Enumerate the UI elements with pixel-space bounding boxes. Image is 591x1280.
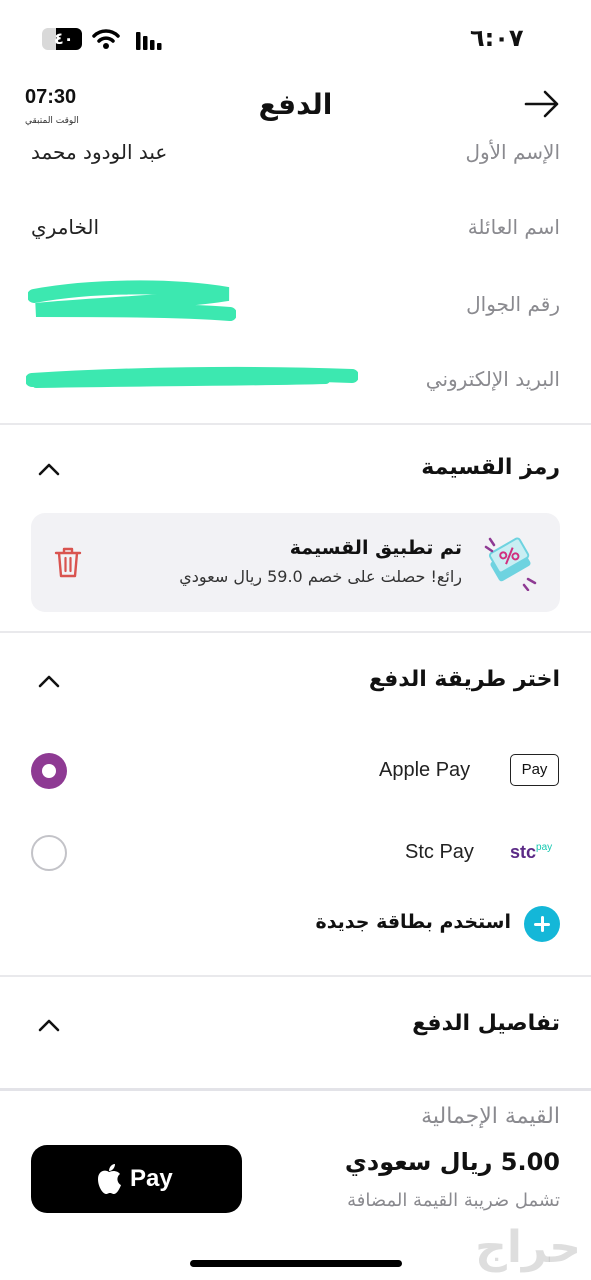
first-name-label: الإسم الأول bbox=[465, 140, 560, 164]
wifi-icon bbox=[92, 29, 120, 49]
payment-method-title: اختر طريقة الدفع bbox=[368, 667, 560, 692]
apple-pay-badge-label: Pay bbox=[521, 761, 548, 778]
chevron-up-icon[interactable] bbox=[37, 1014, 61, 1038]
coupon-ticket-icon bbox=[484, 537, 537, 591]
phone-label: رقم الجوال bbox=[466, 292, 560, 316]
apple-pay-badge: Pay bbox=[510, 754, 559, 786]
radio-apple-pay-selected[interactable] bbox=[31, 753, 67, 789]
last-name-label: اسم العائلة bbox=[467, 215, 560, 239]
first-name-value[interactable]: عبد الودود محمد bbox=[31, 140, 167, 164]
divider bbox=[0, 631, 591, 633]
chevron-up-icon[interactable] bbox=[37, 458, 61, 482]
vat-note: تشمل ضريبة القيمة المضافة bbox=[347, 1190, 560, 1211]
chevron-up-icon[interactable] bbox=[37, 670, 61, 694]
stc-pay-label: Stc Pay bbox=[405, 841, 474, 863]
email-value-redacted[interactable] bbox=[26, 364, 358, 394]
battery-icon: ٤٠ bbox=[42, 28, 82, 50]
apple-pay-label: Apple Pay bbox=[379, 759, 471, 781]
signal-icon bbox=[136, 32, 162, 50]
payment-details-title: تفاصيل الدفع bbox=[412, 1011, 560, 1036]
phone-value-redacted[interactable] bbox=[28, 280, 236, 326]
apple-pay-button[interactable]: Pay bbox=[31, 1145, 242, 1213]
apple-logo-icon bbox=[98, 1164, 121, 1194]
status-time: ٦:٠٧ bbox=[470, 24, 524, 52]
footer-divider bbox=[0, 1088, 591, 1091]
battery-level: ٤٠ bbox=[54, 29, 74, 48]
coupon-applied-message: رائع! حصلت على خصم 59.0 ريال سعودي bbox=[179, 567, 462, 586]
email-label: البريد الإلكتروني bbox=[425, 367, 560, 391]
home-indicator bbox=[190, 1260, 402, 1267]
stc-logo-sub: pay bbox=[536, 842, 553, 853]
last-name-value[interactable]: الخامري bbox=[31, 215, 99, 239]
divider bbox=[0, 423, 591, 425]
divider bbox=[0, 975, 591, 977]
plus-icon bbox=[524, 906, 560, 942]
back-arrow-icon[interactable] bbox=[524, 90, 560, 118]
trash-icon[interactable] bbox=[53, 545, 83, 579]
coupon-applied-card: تم تطبيق القسيمة رائع! حصلت على خصم 59.0… bbox=[31, 513, 560, 612]
radio-stc-pay[interactable] bbox=[31, 835, 67, 871]
page-title: الدفع bbox=[258, 88, 333, 121]
watermark-logo: حراج bbox=[475, 1222, 581, 1273]
coupon-applied-title: تم تطبيق القسيمة bbox=[289, 537, 462, 559]
stc-logo-text: stc bbox=[510, 842, 537, 862]
total-amount: 5.00 ريال سعودي bbox=[344, 1148, 560, 1176]
apple-pay-button-label: Pay bbox=[130, 1165, 173, 1192]
total-label: القيمة الإجمالية bbox=[421, 1104, 560, 1129]
coupon-section-title: رمز القسيمة bbox=[421, 455, 560, 480]
stc-pay-logo: stcpay bbox=[510, 842, 552, 863]
add-new-card-label: استخدم بطاقة جديدة bbox=[315, 911, 511, 933]
